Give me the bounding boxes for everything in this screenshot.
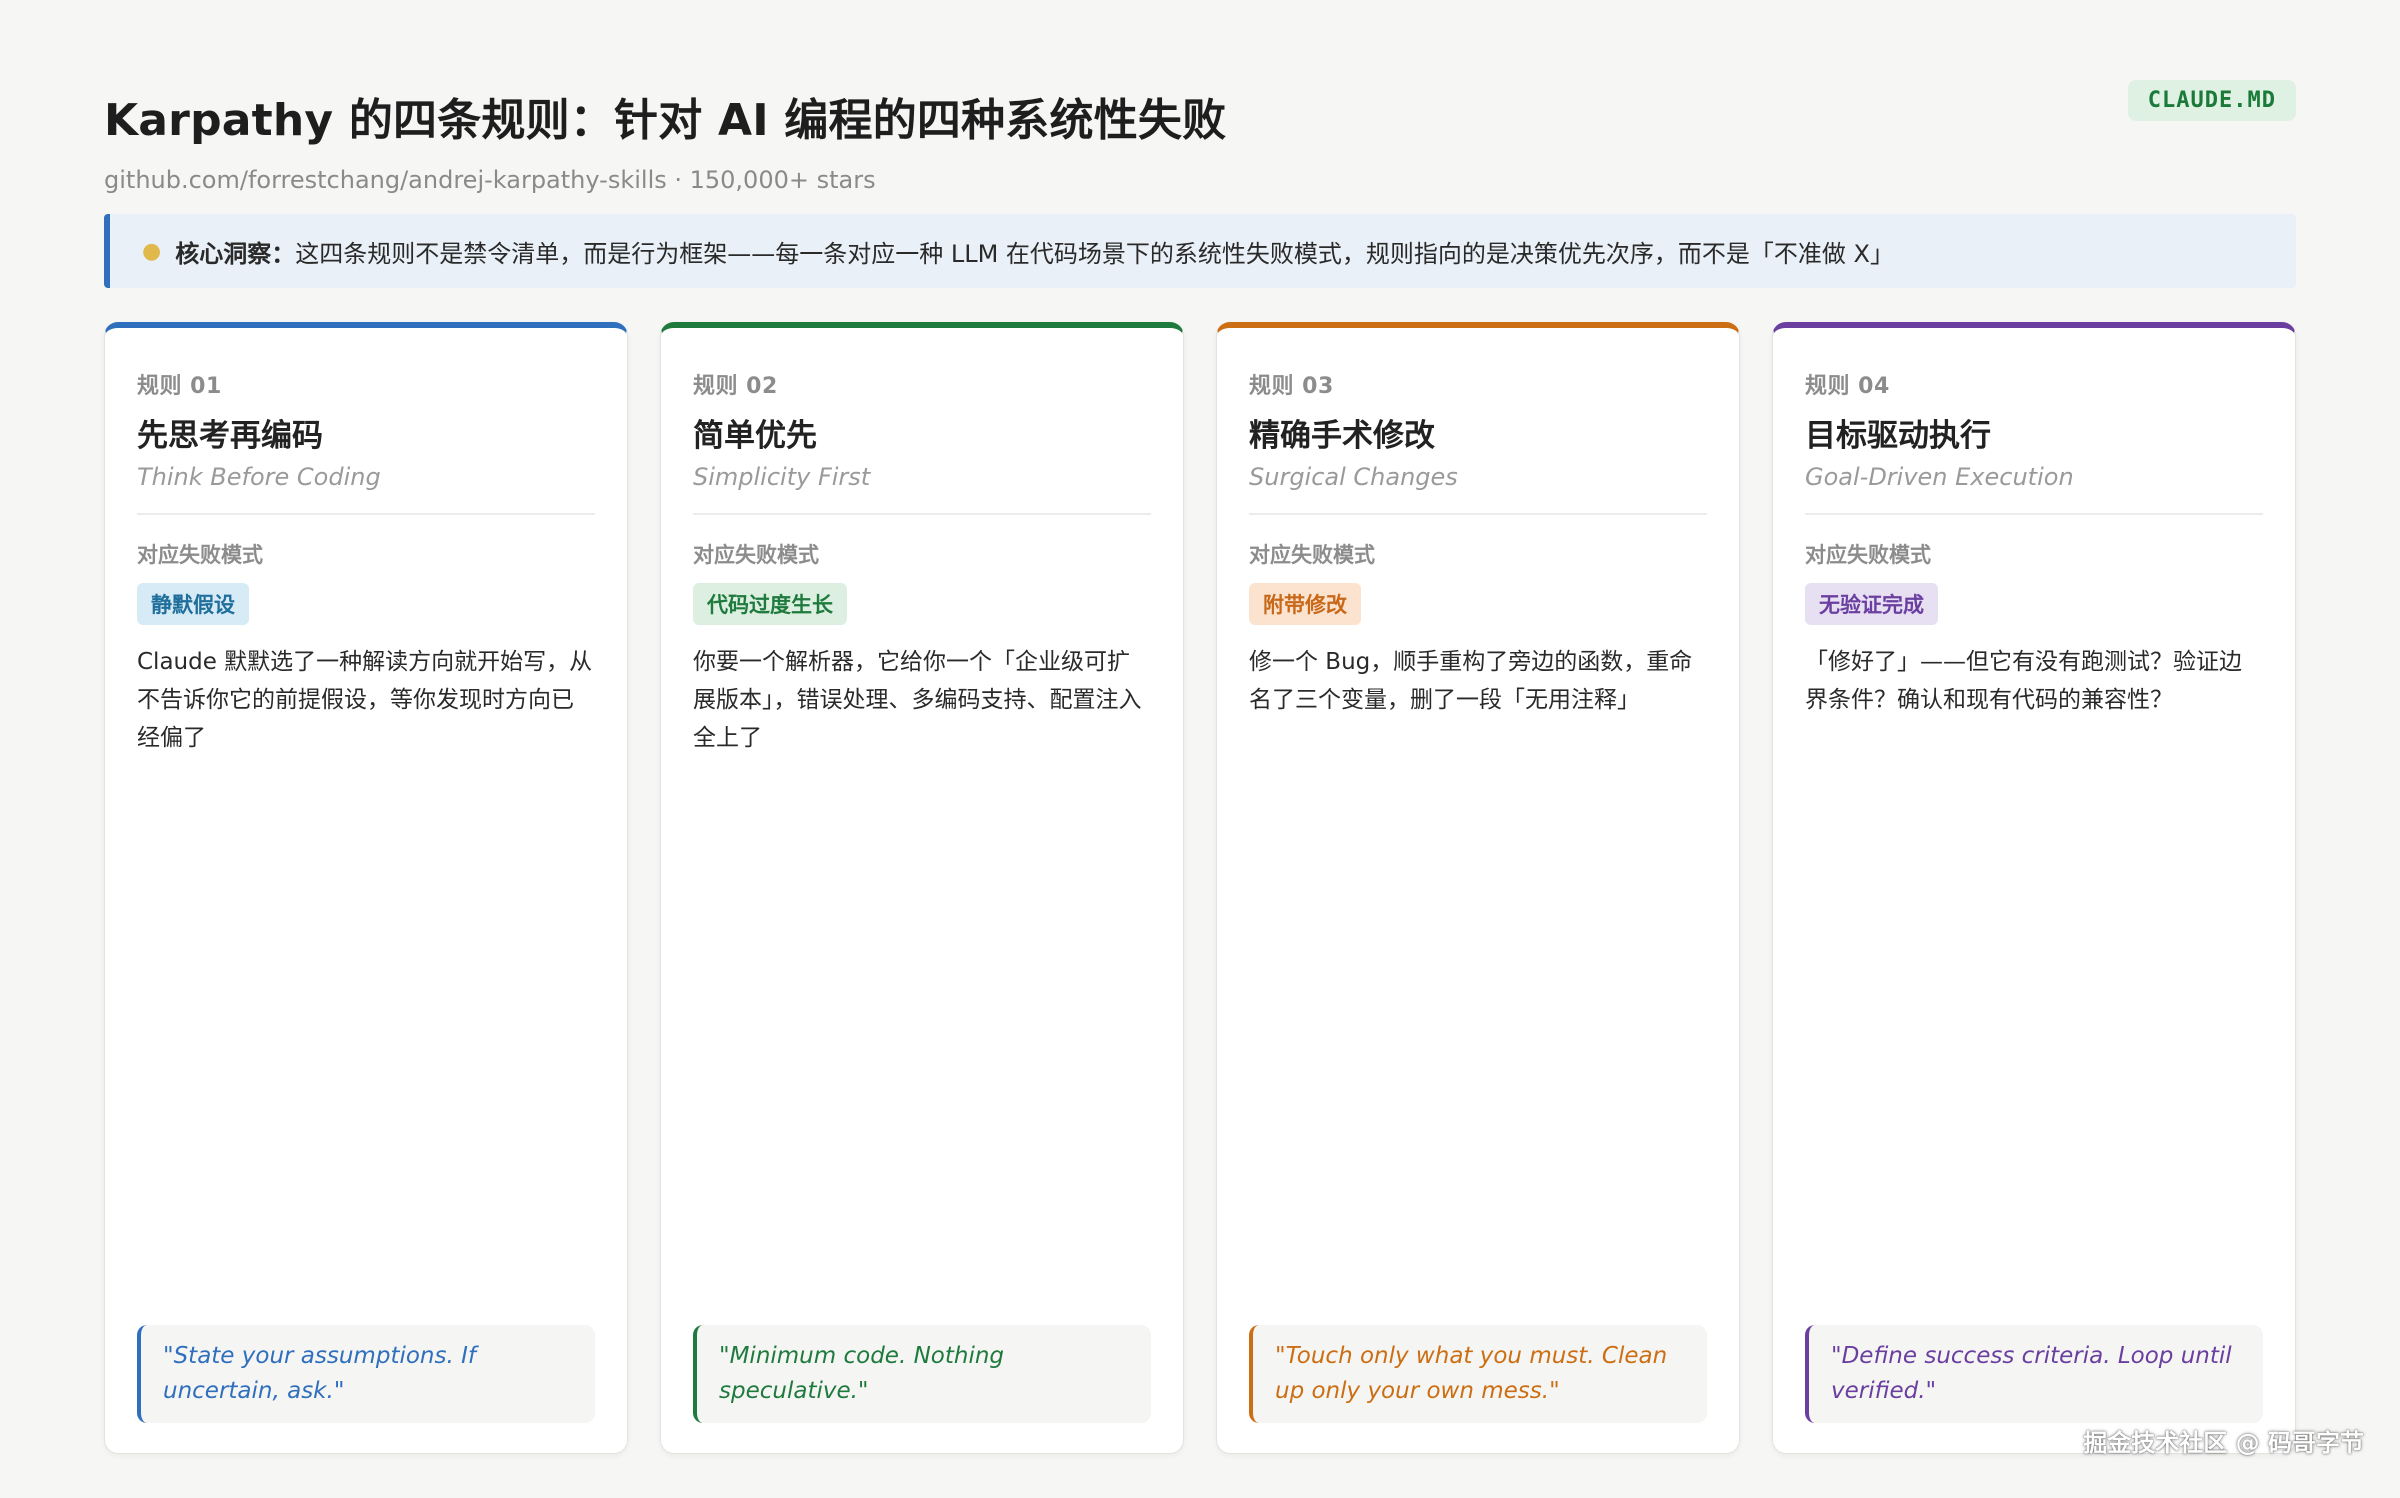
failure-description: 「修好了」——但它有没有跑测试？验证边界条件？确认和现有代码的兼容性？ bbox=[1805, 649, 2242, 713]
failure-description: 你要一个解析器，它给你一个「企业级可扩展版本」，错误处理、多编码支持、配置注入全… bbox=[693, 649, 1142, 751]
page-subtitle: github.com/forrestchang/andrej-karpathy-… bbox=[104, 166, 876, 194]
rule-title-en: Think Before Coding bbox=[137, 463, 381, 491]
page-title: Karpathy 的四条规则：针对 AI 编程的四种系统性失败 bbox=[104, 95, 1227, 146]
rule-quote: "State your assumptions. If uncertain, a… bbox=[137, 1325, 595, 1423]
failure-mode-label: 对应失败模式 bbox=[1805, 543, 1931, 567]
insight-callout: ● 核心洞察： 这四条规则不是禁令清单，而是行为框架——每一条对应一种 LLM … bbox=[104, 214, 2296, 288]
rule-number: 规则 03 bbox=[1249, 374, 1334, 399]
claude-md-badge: CLAUDE.MD bbox=[2127, 80, 2296, 121]
failure-tag: 附带修改 bbox=[1249, 583, 1361, 625]
rule-title-cn: 目标驱动执行 bbox=[1805, 418, 1991, 454]
rule-title-en: Surgical Changes bbox=[1249, 463, 1458, 491]
failure-description: 修一个 Bug，顺手重构了旁边的函数，重命名了三个变量，删了一段「无用注释」 bbox=[1249, 649, 1693, 713]
failure-mode-label: 对应失败模式 bbox=[1249, 543, 1375, 567]
lightbulb-icon: ● bbox=[142, 238, 162, 264]
rule-card-01: 规则 01 先思考再编码 Think Before Coding 对应失败模式 … bbox=[104, 322, 628, 1454]
failure-mode-label: 对应失败模式 bbox=[693, 543, 819, 567]
failure-tag: 静默假设 bbox=[137, 583, 249, 625]
rule-card-04: 规则 04 目标驱动执行 Goal-Driven Execution 对应失败模… bbox=[1772, 322, 2296, 1454]
insight-label: 核心洞察： bbox=[175, 239, 296, 268]
rule-quote: "Define success criteria. Loop until ver… bbox=[1805, 1325, 2263, 1423]
watermark: 掘金技术社区 @ 码哥字节 bbox=[2083, 1429, 2364, 1457]
insight-text: 这四条规则不是禁令清单，而是行为框架——每一条对应一种 LLM 在代码场景下的系… bbox=[295, 239, 1894, 268]
divider bbox=[1805, 513, 2263, 515]
rule-number: 规则 01 bbox=[137, 374, 222, 399]
rule-card-02: 规则 02 简单优先 Simplicity First 对应失败模式 代码过度生… bbox=[660, 322, 1184, 1454]
divider bbox=[693, 513, 1151, 515]
rule-title-cn: 简单优先 bbox=[693, 418, 817, 454]
failure-tag: 代码过度生长 bbox=[693, 583, 847, 625]
failure-description: Claude 默默选了一种解读方向就开始写，从不告诉你它的前提假设，等你发现时方… bbox=[137, 649, 593, 751]
rule-cards: 规则 01 先思考再编码 Think Before Coding 对应失败模式 … bbox=[104, 322, 2296, 1454]
header: Karpathy 的四条规则：针对 AI 编程的四种系统性失败 github.c… bbox=[104, 80, 2296, 194]
rule-title-cn: 先思考再编码 bbox=[137, 418, 323, 454]
rule-title-cn: 精确手术修改 bbox=[1249, 418, 1435, 454]
divider bbox=[137, 513, 595, 515]
rule-number: 规则 02 bbox=[693, 374, 778, 399]
rule-card-03: 规则 03 精确手术修改 Surgical Changes 对应失败模式 附带修… bbox=[1216, 322, 1740, 1454]
rule-number: 规则 04 bbox=[1805, 374, 1890, 399]
rule-quote: "Touch only what you must. Clean up only… bbox=[1249, 1325, 1707, 1423]
failure-tag: 无验证完成 bbox=[1805, 583, 1938, 625]
rule-quote: "Minimum code. Nothing speculative." bbox=[693, 1325, 1151, 1423]
rule-title-en: Simplicity First bbox=[693, 463, 871, 491]
failure-mode-label: 对应失败模式 bbox=[137, 543, 263, 567]
rule-title-en: Goal-Driven Execution bbox=[1805, 463, 2074, 491]
divider bbox=[1249, 513, 1707, 515]
